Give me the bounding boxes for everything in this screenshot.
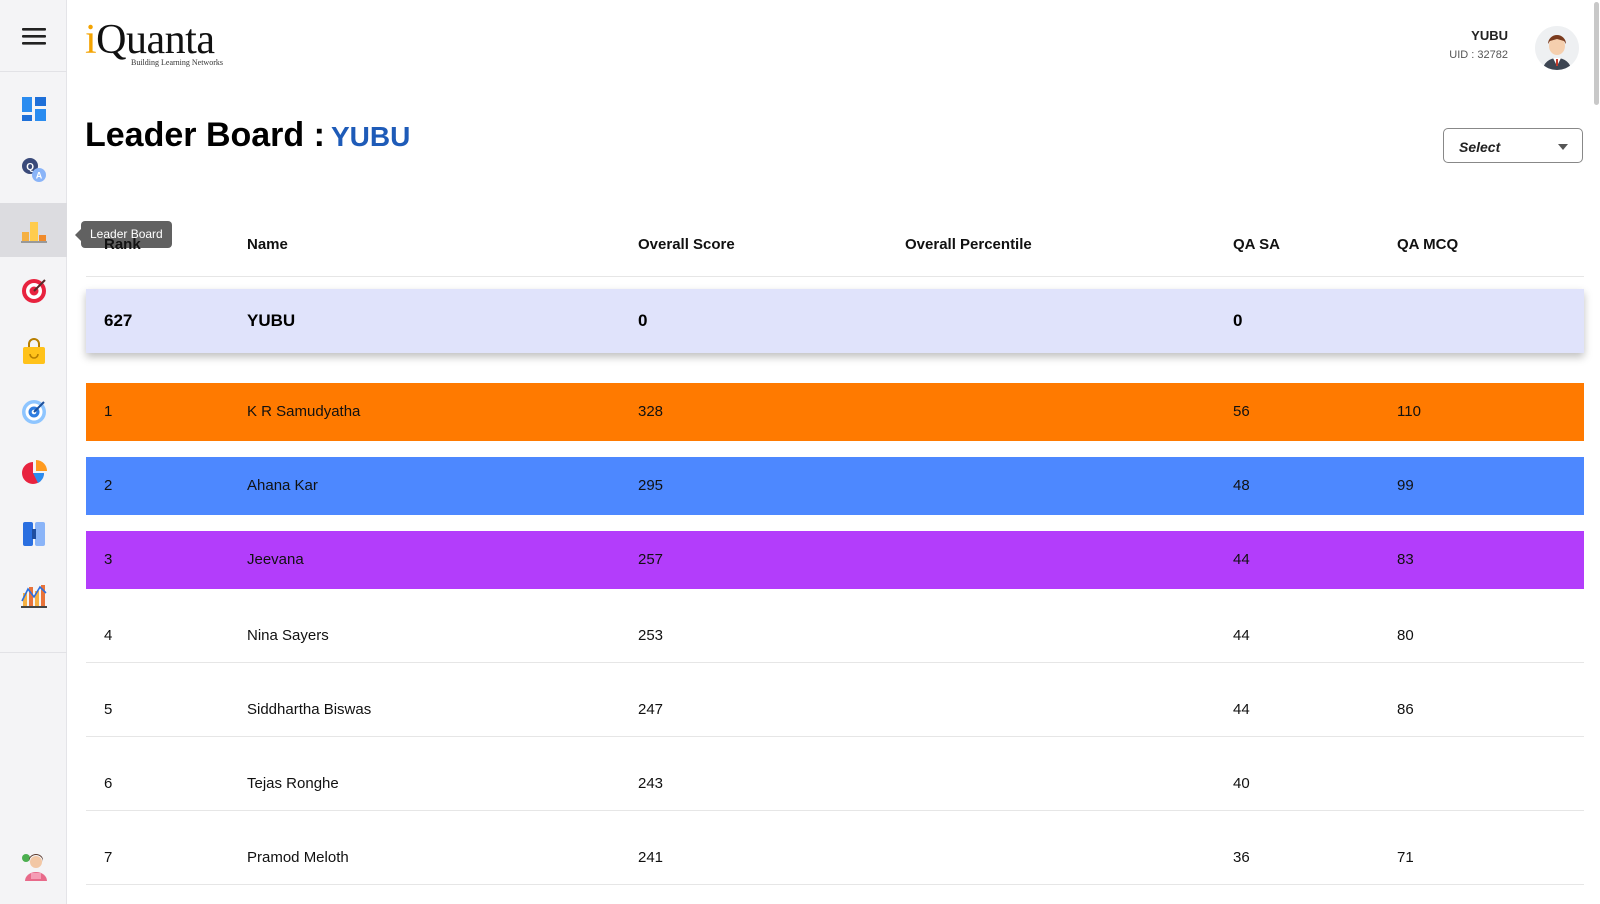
column-header-overall-percentile: Overall Percentile — [905, 236, 1032, 253]
cell-name: YUBU — [247, 311, 296, 330]
page-scrollbar[interactable] — [1594, 2, 1599, 105]
sidebar-item-mentor[interactable] — [0, 840, 67, 894]
cell-score: 328 — [638, 403, 664, 420]
cell-score: 247 — [638, 701, 664, 718]
cell-name: K R Samudyatha — [247, 403, 361, 420]
user-avatar-icon — [1535, 26, 1579, 70]
logo-name: Quanta — [96, 17, 215, 63]
iquanta-logo[interactable]: iQuanta Building Learning Networks — [85, 18, 245, 70]
table-row: 3 Jeevana 257 44 83 — [86, 531, 1584, 589]
book-icon — [22, 522, 45, 546]
logo-tagline: Building Learning Networks — [131, 58, 223, 67]
current-user-row: 627 YUBU 0 0 — [86, 289, 1584, 353]
column-header-rank: Rank — [104, 236, 141, 253]
sidebar-item-analytics[interactable] — [0, 568, 67, 622]
avatar[interactable] — [1535, 26, 1579, 70]
user-uid: UID : 32782 — [1449, 49, 1508, 61]
shopping-bag-icon — [22, 338, 45, 364]
filter-select-value: Select — [1459, 139, 1501, 155]
page-title-user: YUBU — [330, 121, 411, 152]
cell-name: Tejas Ronghe — [247, 775, 339, 792]
cell-score: 253 — [638, 627, 664, 644]
page-title-text: Leader Board : — [85, 116, 325, 154]
column-header-name: Name — [247, 236, 288, 253]
sidebar: Q A — [0, 0, 67, 904]
cell-qa-mcq: 71 — [1397, 849, 1414, 866]
analytics-icon — [20, 585, 47, 608]
sidebar-item-goals[interactable] — [0, 385, 67, 439]
table-row: 4 Nina Sayers 253 44 80 — [86, 589, 1584, 663]
sidebar-item-dashboard[interactable] — [0, 82, 67, 136]
filter-select[interactable]: Select — [1443, 128, 1583, 163]
sidebar-item-leaderboard[interactable] — [0, 203, 67, 257]
cell-qa-sa: 40 — [1233, 775, 1250, 792]
sidebar-item-store[interactable] — [0, 325, 67, 379]
dashboard-icon — [21, 97, 46, 121]
cell-qa-mcq: 80 — [1397, 627, 1414, 644]
cell-qa-sa: 0 — [1233, 311, 1243, 330]
sidebar-item-library[interactable] — [0, 507, 67, 561]
table-header: Rank Name Overall Score Overall Percenti… — [86, 210, 1584, 277]
cell-name: Jeevana — [247, 551, 304, 568]
cell-qa-sa: 36 — [1233, 849, 1250, 866]
column-header-overall-score: Overall Score — [638, 236, 735, 253]
cell-score: 257 — [638, 551, 664, 568]
table-row: 5 Siddhartha Biswas 247 44 86 — [86, 663, 1584, 737]
cell-rank: 2 — [104, 477, 113, 494]
table-row: 7 Pramod Meloth 241 36 71 — [86, 811, 1584, 885]
pie-chart-icon — [21, 460, 47, 484]
cell-score: 0 — [638, 311, 648, 330]
target-icon — [21, 279, 46, 303]
cell-rank: 627 — [104, 311, 133, 330]
cell-qa-sa: 44 — [1233, 627, 1250, 644]
leaderboard-table: Rank Name Overall Score Overall Percenti… — [86, 210, 1584, 885]
cell-qa-mcq: 99 — [1397, 477, 1414, 494]
menu-button[interactable] — [0, 0, 67, 72]
cell-qa-sa: 56 — [1233, 403, 1250, 420]
table-row: 2 Ahana Kar 295 48 99 — [86, 457, 1584, 515]
cell-qa-mcq: 83 — [1397, 551, 1414, 568]
leaderboard-icon — [20, 222, 47, 243]
column-header-qa-mcq: QA MCQ — [1397, 236, 1459, 253]
cell-qa-sa: 48 — [1233, 477, 1250, 494]
chevron-down-icon — [1558, 144, 1568, 150]
goal-icon — [21, 400, 46, 424]
sidebar-divider — [0, 652, 67, 653]
cell-score: 241 — [638, 849, 664, 866]
cell-rank: 4 — [104, 627, 113, 644]
cell-qa-sa: 44 — [1233, 551, 1250, 568]
cell-qa-mcq: 86 — [1397, 701, 1414, 718]
cell-name: Siddhartha Biswas — [247, 701, 372, 718]
hamburger-icon — [21, 27, 46, 45]
column-header-qa-sa: QA SA — [1233, 236, 1280, 253]
table-row: 1 K R Samudyatha 328 56 110 — [86, 383, 1584, 441]
sidebar-item-reports[interactable] — [0, 446, 67, 500]
cell-name: Nina Sayers — [247, 627, 329, 644]
sidebar-item-qa[interactable]: Q A — [0, 143, 67, 197]
qa-icon: Q A — [21, 158, 46, 182]
logo-letter: i — [85, 17, 97, 63]
table-row: 6 Tejas Ronghe 243 40 — [86, 737, 1584, 811]
cell-score: 295 — [638, 477, 664, 494]
mentor-icon — [21, 854, 47, 881]
cell-score: 243 — [638, 775, 664, 792]
cell-qa-sa: 44 — [1233, 701, 1250, 718]
page-title: Leader Board : YUBU — [85, 116, 410, 155]
cell-rank: 3 — [104, 551, 113, 568]
sidebar-item-target[interactable] — [0, 264, 67, 318]
cell-rank: 5 — [104, 701, 113, 718]
user-info: YUBU UID : 32782 — [1449, 28, 1508, 61]
cell-rank: 7 — [104, 849, 113, 866]
svg-text:A: A — [35, 171, 42, 181]
user-name: YUBU — [1471, 28, 1508, 43]
cell-qa-mcq: 110 — [1397, 403, 1421, 420]
cell-rank: 6 — [104, 775, 113, 792]
cell-name: Ahana Kar — [247, 477, 318, 494]
cell-name: Pramod Meloth — [247, 849, 349, 866]
cell-rank: 1 — [104, 403, 113, 420]
